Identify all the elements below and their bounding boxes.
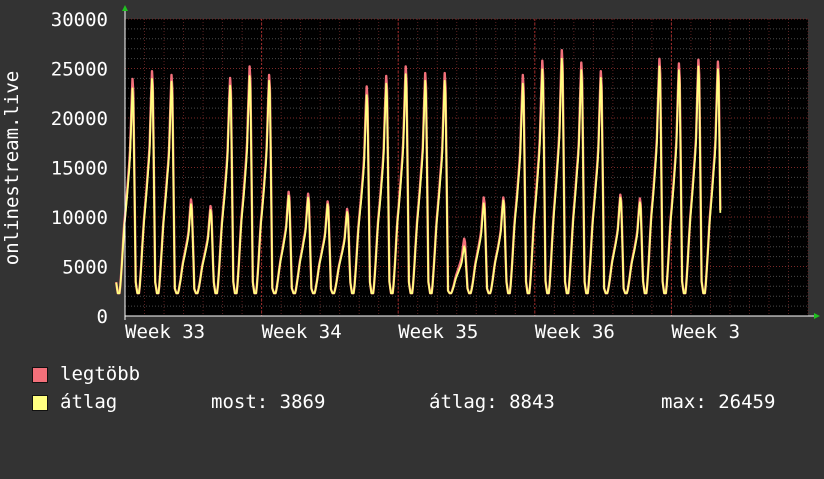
stat-now: most: 3869 <box>211 391 326 413</box>
x-tick-label: Week 34 <box>262 321 342 343</box>
y-tick-label: 15000 <box>51 158 108 180</box>
legend-swatch-max <box>32 367 48 383</box>
y-tick-label: 30000 <box>51 9 108 31</box>
x-axis-arrow <box>814 313 820 319</box>
y-axis-arrow <box>122 5 128 11</box>
stat-max: max: 26459 <box>661 391 776 413</box>
y-tick-label: 0 <box>97 306 108 328</box>
y-tick-label: 10000 <box>51 207 108 229</box>
legend-label-max: legtöbb <box>60 363 141 385</box>
traffic-chart: 0 5000 10000 15000 20000 25000 30000 Week 33 Wee… <box>1 5 820 343</box>
legend-item-max: legtöbb <box>32 363 140 385</box>
legend-swatch-avg <box>32 395 48 411</box>
x-tick-label: Week 35 <box>398 321 478 343</box>
y-tick-label: 5000 <box>62 257 108 279</box>
x-tick-label: Week 3 <box>671 321 740 343</box>
stat-average: átlag: 8843 <box>429 391 555 413</box>
legend-label-avg: átlag <box>60 391 118 413</box>
x-tick-label: Week 33 <box>125 321 205 343</box>
y-axis-label: onlinestream.live <box>1 71 23 265</box>
chart-panel: 0 5000 10000 15000 20000 25000 30000 Week 33 Wee… <box>0 0 824 430</box>
y-tick-label: 25000 <box>51 59 108 81</box>
x-tick-label: Week 36 <box>535 321 615 343</box>
legend-item-avg: átlag <box>32 391 117 413</box>
y-tick-label: 20000 <box>51 108 108 130</box>
